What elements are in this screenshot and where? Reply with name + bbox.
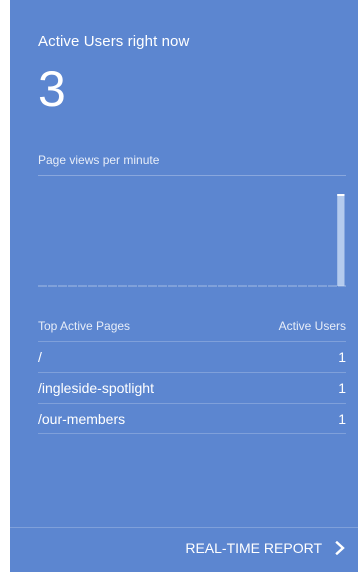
real-time-report-link[interactable]: REAL-TIME REPORT: [185, 536, 346, 560]
table-row[interactable]: /our-members 1: [38, 403, 346, 434]
chevron-right-icon: [335, 541, 345, 555]
page-users: 1: [338, 349, 346, 365]
realtime-card: Active Users right now 3 Page views per …: [10, 0, 358, 572]
page: Active Users right now 3 Page views per …: [0, 0, 362, 572]
chart-bar-cap: [337, 194, 345, 196]
page-path: /our-members: [38, 410, 126, 427]
chart-bar: [337, 194, 345, 286]
top-active-pages-header: Top Active Pages: [38, 319, 131, 333]
chart-svg: [38, 194, 346, 287]
page-views-chart: [38, 190, 346, 288]
page-users: 1: [338, 380, 346, 396]
top-pages-list: / 1 /ingleside-spotlight 1 /our-members …: [38, 341, 346, 434]
card-title: Active Users right now: [38, 33, 190, 50]
table-header: Top Active Pages Active Users: [38, 319, 346, 333]
table-row[interactable]: /ingleside-spotlight 1: [38, 372, 346, 403]
page-users: 1: [338, 410, 346, 427]
footer-divider: [10, 527, 358, 528]
table-row[interactable]: / 1: [38, 341, 346, 372]
active-users-header: Active Users: [278, 319, 346, 333]
divider: [38, 175, 346, 176]
real-time-report-label: REAL-TIME REPORT: [185, 540, 322, 556]
page-path: /ingleside-spotlight: [38, 380, 154, 396]
page-path: /: [38, 349, 42, 365]
page-views-label: Page views per minute: [38, 153, 160, 167]
active-users-count: 3: [38, 61, 66, 117]
